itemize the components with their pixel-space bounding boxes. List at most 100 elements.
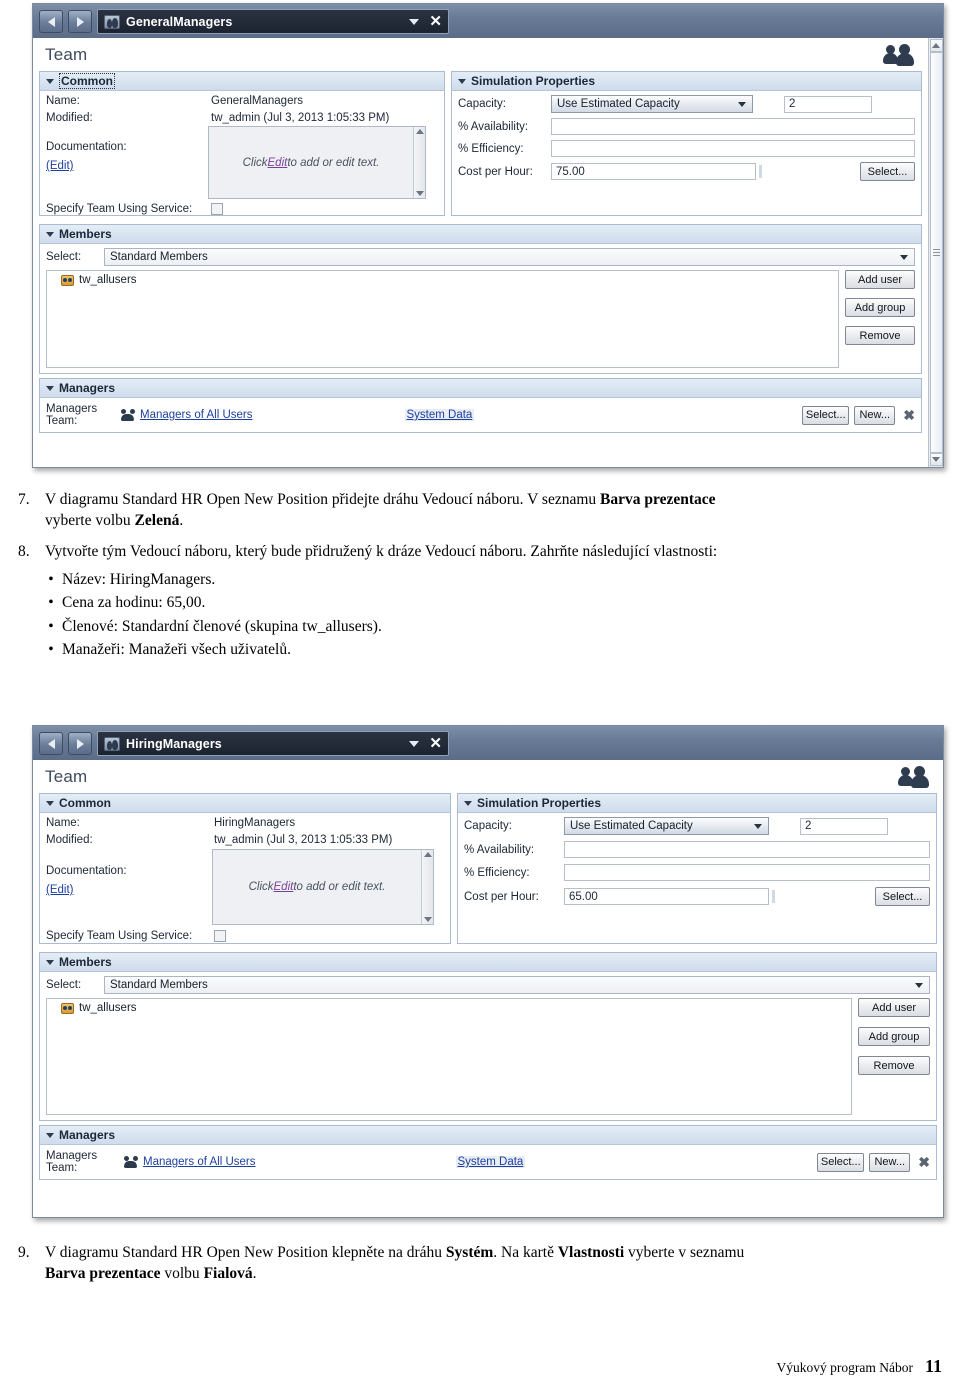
clear-x-icon[interactable]: ✖ [903, 407, 915, 424]
capacity-select[interactable]: Use Estimated Capacity [551, 95, 753, 113]
chevron-down-icon[interactable] [900, 254, 908, 260]
members-section-header[interactable]: Members [40, 225, 921, 244]
scroll-up-icon[interactable] [423, 852, 432, 857]
step-9-l1e: vyberte v seznamu [624, 1244, 745, 1261]
documentation-scrollbar[interactable] [413, 127, 425, 198]
forward-button[interactable] [68, 10, 92, 33]
scroll-up-icon[interactable] [415, 129, 424, 134]
window-scrollbar[interactable] [928, 38, 943, 467]
chevron-down-icon[interactable] [738, 101, 746, 107]
add-group-button[interactable]: Add group [858, 1027, 930, 1046]
managers-section-header[interactable]: Managers [40, 1126, 936, 1145]
list-item[interactable]: tw_allusers [47, 999, 851, 1014]
documentation-edit-link[interactable]: (Edit) [46, 160, 73, 172]
chevron-down-icon[interactable] [754, 823, 762, 829]
remove-button[interactable]: Remove [858, 1056, 930, 1075]
close-icon[interactable]: ✕ [429, 14, 442, 29]
simulation-section-header[interactable]: Simulation Properties [452, 72, 921, 91]
cost-resize-grip[interactable] [759, 165, 762, 178]
cost-resize-grip[interactable] [772, 890, 775, 903]
collapse-triangle-icon[interactable] [46, 78, 54, 84]
add-user-button[interactable]: Add user [845, 270, 915, 289]
members-select-dropdown[interactable]: Standard Members [104, 248, 915, 266]
managers-team-link[interactable]: Managers of All Users [140, 409, 253, 421]
list-item[interactable]: tw_allusers [47, 271, 838, 286]
cost-select-button[interactable]: Select... [860, 162, 915, 181]
window-titlebar: HiringManagers ✕ [33, 726, 943, 760]
members-select-dropdown[interactable]: Standard Members [104, 976, 930, 994]
bullet-item: • Název: HiringManagers. [40, 568, 740, 591]
capacity-number-input[interactable]: 2 [784, 95, 872, 113]
back-button[interactable] [39, 732, 63, 755]
common-section-header[interactable]: Common [40, 72, 444, 91]
scrollbar-track[interactable] [929, 52, 943, 453]
add-group-button[interactable]: Add group [845, 298, 915, 317]
collapse-triangle-icon[interactable] [46, 800, 54, 806]
doc-edit-inline-link[interactable]: Edit [268, 157, 288, 169]
scroll-down-button[interactable] [929, 453, 943, 466]
documentation-box[interactable]: Click Edit to add or edit text. [212, 849, 434, 925]
managers-select-button[interactable]: Select... [817, 1152, 865, 1172]
system-data-link[interactable]: System Data [404, 409, 475, 421]
chevron-down-icon[interactable] [409, 740, 420, 747]
efficiency-input[interactable] [551, 140, 915, 157]
members-listbox[interactable]: tw_allusers [46, 270, 839, 368]
modified-label: Modified: [46, 834, 93, 846]
close-icon[interactable]: ✕ [429, 736, 442, 751]
collapse-triangle-icon[interactable] [458, 78, 466, 84]
documentation-labels: Documentation: (Edit) [46, 141, 201, 174]
managers-new-button[interactable]: New... [869, 1152, 911, 1172]
cost-value: 75.00 [556, 165, 585, 178]
cost-input[interactable]: 65.00 [564, 888, 769, 905]
collapse-triangle-icon[interactable] [464, 800, 472, 806]
members-buttons: Add user Add group Remove [845, 270, 915, 368]
chevron-down-icon[interactable] [915, 982, 923, 988]
back-button[interactable] [39, 10, 63, 33]
scroll-down-icon[interactable] [423, 917, 432, 922]
simulation-section-header[interactable]: Simulation Properties [458, 794, 936, 813]
availability-input[interactable] [551, 118, 915, 135]
specify-service-checkbox[interactable] [211, 203, 223, 215]
window-content: Team Common Name: HiringManagers Modifie… [33, 760, 943, 1217]
collapse-triangle-icon[interactable] [46, 959, 54, 965]
documentation-edit-link[interactable]: (Edit) [46, 884, 73, 896]
documentation-box[interactable]: Click Edit to add or edit text. [208, 126, 426, 199]
scrollbar-thumb[interactable] [929, 52, 943, 453]
collapse-triangle-icon[interactable] [46, 1132, 54, 1138]
step-7-text: V diagramu Standard HR Open New Position… [45, 490, 943, 532]
remove-button[interactable]: Remove [845, 326, 915, 345]
scroll-down-icon [932, 457, 940, 462]
efficiency-label: % Efficiency: [464, 866, 530, 879]
managers-select-button[interactable]: Select... [802, 405, 850, 425]
collapse-triangle-icon[interactable] [46, 385, 54, 391]
chevron-down-icon[interactable] [409, 18, 420, 25]
collapse-triangle-icon[interactable] [46, 231, 54, 237]
documentation-scrollbar[interactable] [421, 850, 433, 924]
managers-new-button[interactable]: New... [854, 405, 896, 425]
address-bar[interactable]: GeneralManagers ✕ [97, 9, 449, 34]
cost-select-button[interactable]: Select... [875, 887, 930, 906]
availability-input[interactable] [564, 841, 930, 858]
scroll-down-icon[interactable] [415, 191, 424, 196]
managers-section-header[interactable]: Managers [40, 379, 921, 398]
capacity-number-input[interactable]: 2 [800, 817, 888, 835]
managers-team-link[interactable]: Managers of All Users [143, 1156, 256, 1168]
capacity-select[interactable]: Use Estimated Capacity [564, 817, 769, 835]
forward-button[interactable] [68, 732, 92, 755]
modified-row: Modified: tw_admin (Jul 3, 2013 1:05:33 … [46, 834, 444, 846]
step-7-number: 7. [18, 491, 30, 508]
cost-input[interactable]: 75.00 [551, 163, 756, 180]
scroll-up-button[interactable] [929, 39, 943, 52]
documentation-label: Documentation: [46, 865, 127, 877]
members-section-header[interactable]: Members [40, 953, 936, 972]
address-bar[interactable]: HiringManagers ✕ [97, 731, 449, 756]
specify-service-checkbox[interactable] [214, 930, 226, 942]
clear-x-icon[interactable]: ✖ [918, 1154, 930, 1171]
capacity-label: Capacity: [464, 820, 512, 832]
system-data-link[interactable]: System Data [455, 1156, 526, 1168]
add-user-button[interactable]: Add user [858, 998, 930, 1017]
common-section-header[interactable]: Common [40, 794, 450, 813]
efficiency-input[interactable] [564, 864, 930, 881]
members-listbox[interactable]: tw_allusers [46, 998, 852, 1115]
doc-edit-inline-link[interactable]: Edit [274, 881, 294, 893]
